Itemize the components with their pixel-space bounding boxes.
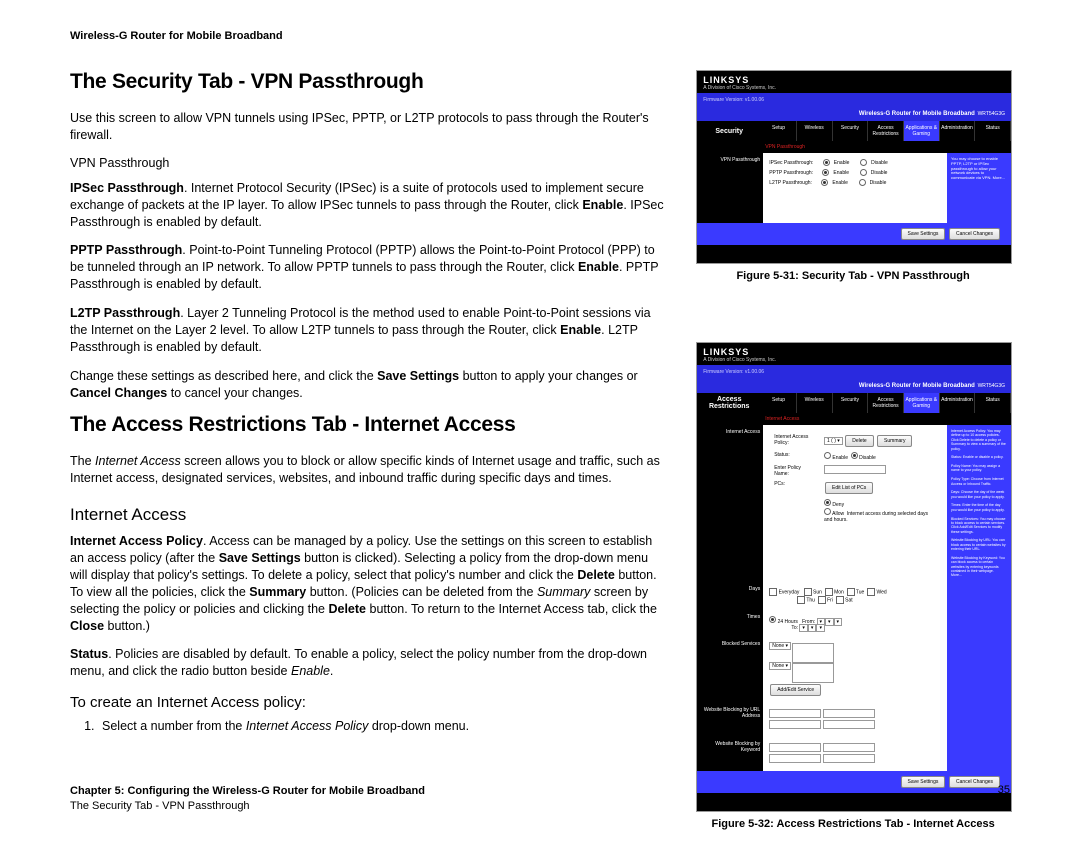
to-hour[interactable]: ▾ xyxy=(799,624,808,632)
figure-column: LINKSYS A Division of Cisco Systems, Inc… xyxy=(696,70,1010,850)
nav-wireless[interactable]: Wireless xyxy=(797,121,833,141)
figure-32: LINKSYS A Division of Cisco Systems, Inc… xyxy=(696,342,1010,830)
nav-setup[interactable]: Setup xyxy=(761,393,797,413)
tue-checkbox[interactable] xyxy=(847,588,855,596)
ipsec-disable-radio[interactable] xyxy=(860,159,867,166)
linksys-logo: LINKSYS xyxy=(703,75,1005,85)
main-content: The Security Tab - VPN Passthrough Use t… xyxy=(70,70,666,850)
kw3-input[interactable] xyxy=(769,754,821,763)
kw2-input[interactable] xyxy=(823,743,875,752)
service1-select[interactable]: None ▾ xyxy=(769,642,791,650)
nav-access[interactable]: Access Restrictions xyxy=(868,121,904,141)
side-label-ia: Internet Access xyxy=(697,425,763,582)
deny-radio[interactable] xyxy=(824,499,831,506)
footer-section: The Security Tab - VPN Passthrough xyxy=(70,800,250,812)
mon-checkbox[interactable] xyxy=(825,588,833,596)
figure-31-caption: Figure 5-31: Security Tab - VPN Passthro… xyxy=(696,270,1010,282)
footer-chapter: Chapter 5: Configuring the Wireless-G Ro… xyxy=(70,785,425,797)
sun-checkbox[interactable] xyxy=(804,588,812,596)
nav-security[interactable]: Security xyxy=(833,393,869,413)
nav-apps-gaming[interactable]: Applications & Gaming xyxy=(904,121,940,141)
para-pptp: PPTP Passthrough. Point-to-Point Tunneli… xyxy=(70,242,666,293)
figure-32-caption: Figure 5-32: Access Restrictions Tab - I… xyxy=(696,818,1010,830)
page-footer: Chapter 5: Configuring the Wireless-G Ro… xyxy=(70,784,1010,814)
help-panel-vpn: You may choose to enable PPTP, L2TP or I… xyxy=(947,153,1011,223)
24h-radio[interactable] xyxy=(769,616,776,623)
ipsec-enable-radio[interactable] xyxy=(823,159,830,166)
vpn-subhead: VPN Passthrough xyxy=(70,156,666,170)
nav-security[interactable]: Security xyxy=(833,121,869,141)
para-iap: Internet Access Policy. Access can be ma… xyxy=(70,533,666,634)
nav-status[interactable]: Status xyxy=(975,393,1011,413)
figure-31: LINKSYS A Division of Cisco Systems, Inc… xyxy=(696,70,1010,282)
para-save-cancel: Change these settings as described here,… xyxy=(70,368,666,402)
pptp-disable-radio[interactable] xyxy=(860,169,867,176)
thu-checkbox[interactable] xyxy=(797,596,805,604)
delete-button[interactable]: Delete xyxy=(845,435,873,447)
para-ipsec: IPSec Passthrough. Internet Protocol Sec… xyxy=(70,180,666,231)
summary-button[interactable]: Summary xyxy=(877,435,912,447)
from-min[interactable]: ▾ xyxy=(825,618,834,626)
pptp-enable-radio[interactable] xyxy=(822,169,829,176)
heading-vpn-passthrough: The Security Tab - VPN Passthrough xyxy=(70,70,666,94)
document-header: Wireless-G Router for Mobile Broadband xyxy=(70,30,1010,42)
subheading-internet-access: Internet Access xyxy=(70,505,666,525)
kw1-input[interactable] xyxy=(769,743,821,752)
subnav-internet-access[interactable]: Internet Access xyxy=(697,413,1011,425)
step-1: Select a number from the Internet Access… xyxy=(98,719,666,733)
save-button[interactable]: Save Settings xyxy=(901,228,946,240)
nav-section-label: Security xyxy=(697,121,761,141)
para-access-intro: The Internet Access screen allows you to… xyxy=(70,453,666,487)
nav-section-label: Access Restrictions xyxy=(697,393,761,413)
service2-ports[interactable] xyxy=(792,663,834,683)
para-status: Status. Policies are disabled by default… xyxy=(70,646,666,680)
steps-list: Select a number from the Internet Access… xyxy=(70,719,666,733)
page-number: 35 xyxy=(998,784,1010,814)
intro-vpn: Use this screen to allow VPN tunnels usi… xyxy=(70,110,666,144)
nav-setup[interactable]: Setup xyxy=(761,121,797,141)
nav-apps-gaming[interactable]: Applications & Gaming xyxy=(904,393,940,413)
l2tp-bold: L2TP Passthrough xyxy=(70,306,180,320)
url1-input[interactable] xyxy=(769,709,821,718)
policy-name-input[interactable] xyxy=(824,465,886,474)
para-l2tp: L2TP Passthrough. Layer 2 Tunneling Prot… xyxy=(70,305,666,356)
cisco-footer xyxy=(697,245,1011,263)
l2tp-disable-radio[interactable] xyxy=(859,179,866,186)
url3-input[interactable] xyxy=(769,720,821,729)
ipsec-bold: IPSec Passthrough xyxy=(70,181,184,195)
sat-checkbox[interactable] xyxy=(836,596,844,604)
nav-access[interactable]: Access Restrictions xyxy=(868,393,904,413)
nav-admin[interactable]: Administration xyxy=(940,393,976,413)
fri-checkbox[interactable] xyxy=(818,596,826,604)
everyday-checkbox[interactable] xyxy=(769,588,777,596)
status-disable-radio[interactable] xyxy=(851,452,858,459)
help-panel-ar: Internet Access Policy: You may define u… xyxy=(947,425,1011,582)
service2-select[interactable]: None ▾ xyxy=(769,662,791,670)
status-enable-radio[interactable] xyxy=(824,452,831,459)
nav-status[interactable]: Status xyxy=(975,121,1011,141)
to-ampm[interactable]: ▾ xyxy=(816,624,825,632)
linksys-logo: LINKSYS xyxy=(703,347,1005,357)
url4-input[interactable] xyxy=(823,720,875,729)
wed-checkbox[interactable] xyxy=(867,588,875,596)
heading-access-restrictions: The Access Restrictions Tab - Internet A… xyxy=(70,413,666,437)
pptp-bold: PPTP Passthrough xyxy=(70,243,182,257)
edit-pcs-button[interactable]: Edit List of PCs xyxy=(825,482,873,494)
add-edit-service-button[interactable]: Add/Edit Service xyxy=(770,684,821,696)
url2-input[interactable] xyxy=(823,709,875,718)
service1-ports[interactable] xyxy=(792,643,834,663)
subheading-create-policy: To create an Internet Access policy: xyxy=(70,694,666,711)
subnav-vpn[interactable]: VPN Passthrough xyxy=(697,141,1011,153)
policy-select[interactable]: 1 ( ) ▾ xyxy=(824,437,843,445)
from-ampm[interactable]: ▾ xyxy=(834,618,843,626)
kw4-input[interactable] xyxy=(823,754,875,763)
allow-radio[interactable] xyxy=(824,508,831,515)
side-label-vpn: VPN Passthrough xyxy=(697,153,763,223)
screenshot-access: LINKSYS A Division of Cisco Systems, Inc… xyxy=(696,342,1012,812)
l2tp-enable-radio[interactable] xyxy=(821,179,828,186)
screenshot-vpn: LINKSYS A Division of Cisco Systems, Inc… xyxy=(696,70,1012,264)
cancel-button[interactable]: Cancel Changes xyxy=(949,228,1000,240)
nav-admin[interactable]: Administration xyxy=(940,121,976,141)
nav-wireless[interactable]: Wireless xyxy=(797,393,833,413)
